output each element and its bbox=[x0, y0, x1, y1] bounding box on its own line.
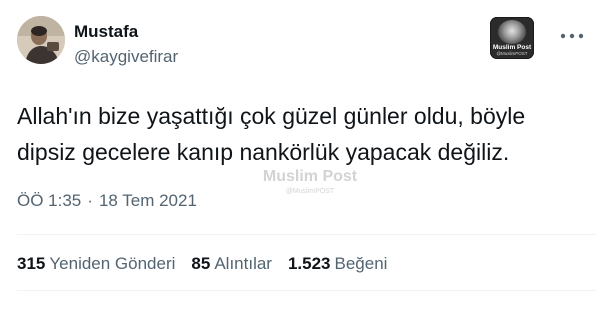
likes-count: 1.523 bbox=[287, 254, 331, 273]
watermark-overlay-subtitle: @MuslimPOST bbox=[285, 188, 335, 195]
watermark-logo-title: Muslim Post bbox=[492, 44, 532, 51]
quotes-count: 85 bbox=[191, 254, 211, 273]
watermark-photo-icon bbox=[498, 20, 526, 44]
retweets-stat[interactable]: 315 Yeniden Gönderi bbox=[17, 253, 175, 275]
tweet-stats: 315 Yeniden Gönderi 85 Alıntılar 1.523 Beğeni bbox=[17, 253, 403, 275]
watermark-logo-subtitle: @MuslimPOST bbox=[496, 51, 528, 56]
avatar-photo-icon bbox=[17, 16, 65, 64]
quotes-stat[interactable]: 85 Alıntılar bbox=[191, 253, 272, 275]
tweet-card: Mustafa @kaygivefirar Muslim Post @Musli… bbox=[0, 0, 608, 312]
tweet-time[interactable]: ÖÖ 1:35 bbox=[17, 191, 81, 210]
quotes-label: Alıntılar bbox=[214, 254, 272, 273]
divider-top bbox=[17, 234, 596, 235]
more-horizontal-icon[interactable] bbox=[558, 28, 586, 44]
watermark-overlay: Muslim Post @MuslimPOST bbox=[255, 168, 365, 196]
timestamp-separator: · bbox=[87, 191, 93, 210]
likes-label: Beğeni bbox=[334, 254, 388, 273]
retweets-count: 315 bbox=[17, 254, 46, 273]
avatar[interactable] bbox=[17, 16, 65, 64]
author-display-name[interactable]: Mustafa bbox=[74, 22, 138, 42]
watermark-logo: Muslim Post @MuslimPOST bbox=[490, 17, 534, 59]
likes-stat[interactable]: 1.523 Beğeni bbox=[288, 253, 387, 275]
retweets-label: Yeniden Gönderi bbox=[49, 254, 176, 273]
watermark-overlay-title: Muslim Post bbox=[262, 168, 358, 185]
tweet-timestamp[interactable]: ÖÖ 1:35 · 18 Tem 2021 bbox=[17, 190, 197, 212]
tweet-date[interactable]: 18 Tem 2021 bbox=[99, 191, 197, 210]
tweet-text: Allah'ın bize yaşattığı çok güzel günler… bbox=[17, 103, 526, 165]
divider-bottom bbox=[17, 290, 596, 291]
author-handle[interactable]: @kaygivefirar bbox=[74, 47, 178, 67]
